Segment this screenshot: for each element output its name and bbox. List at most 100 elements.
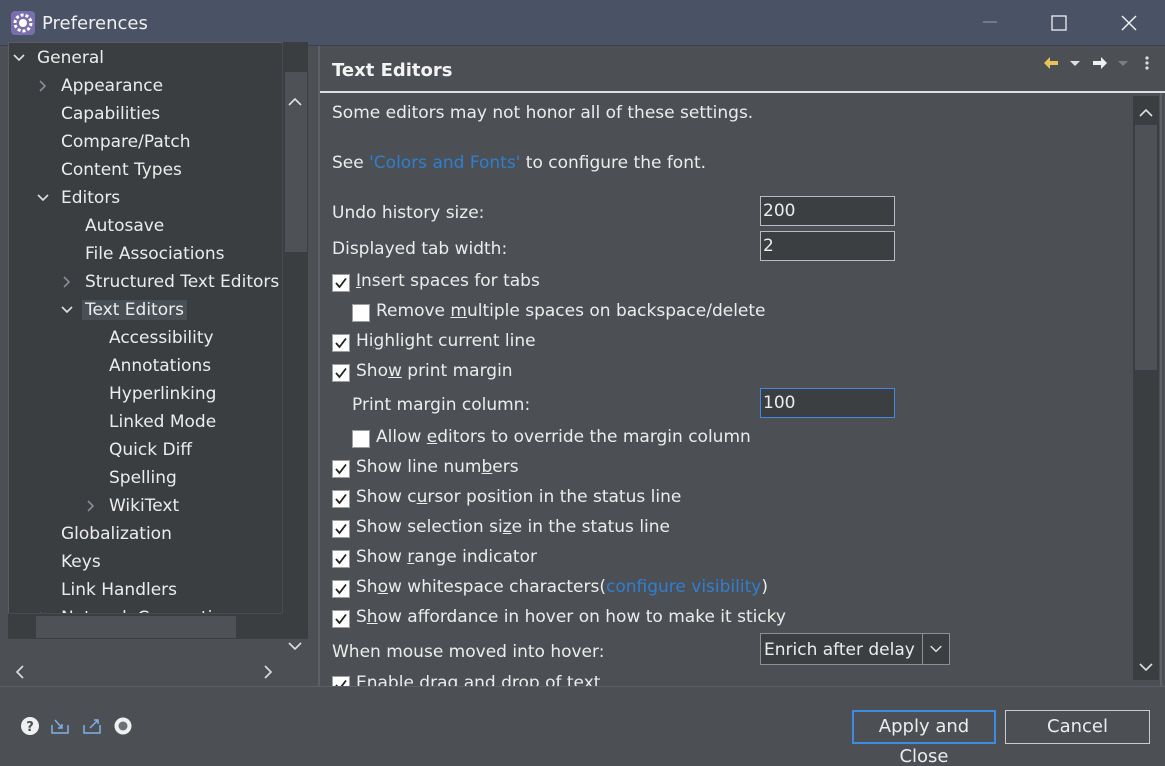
cancel-button[interactable]: Cancel [1005,710,1150,744]
view-menu-icon[interactable] [1138,54,1156,72]
tree-item-spelling[interactable]: Spelling [109,464,177,492]
tree-item-compare-patch[interactable]: Compare/Patch [61,128,191,156]
settings-scroll-thumb[interactable] [1135,125,1157,370]
checkbox[interactable] [332,490,350,508]
colors-and-fonts-link[interactable]: 'Colors and Fonts' [369,153,520,173]
tree-expanded-icon[interactable] [37,192,49,204]
checkbox[interactable] [332,364,350,382]
tree-item-accessibility[interactable]: Accessibility [109,324,214,352]
tree-item-appearance[interactable]: Appearance [39,72,163,100]
checkbox-label[interactable]: Show whitespace characters(configure vis… [356,577,768,597]
tree-item-autosave[interactable]: Autosave [85,212,164,240]
checkmark-icon [335,277,347,289]
forward-history-dropdown-icon[interactable] [1114,54,1132,72]
tree-item-label: Hyperlinking [109,384,217,404]
preferences-gear-icon [11,11,35,35]
checkbox-label[interactable]: Remove multiple spaces on backspace/dele… [376,301,766,321]
maximize-icon[interactable] [1024,0,1094,46]
tree-item-label: Keys [61,552,101,572]
tree-item-label: Content Types [61,160,182,180]
scroll-right-arrow-icon[interactable] [262,664,274,680]
checkbox[interactable] [332,334,350,352]
checkbox-label[interactable]: Enable drag and drop of text [356,673,600,686]
tree-item-label: Autosave [85,216,165,236]
tree-hscroll-thumb[interactable] [36,616,236,638]
tree-item-quick-diff[interactable]: Quick Diff [109,436,192,464]
checkbox-label[interactable]: Highlight current line [356,331,536,351]
tree-item-capabilities[interactable]: Capabilities [61,100,160,128]
tree-item-keys[interactable]: Keys [61,548,101,576]
forward-arrow-icon[interactable] [1091,54,1109,72]
tree-item-link-handlers[interactable]: Link Handlers [61,576,177,604]
checkmark-icon [335,337,347,349]
checkbox[interactable] [332,520,350,538]
scroll-down-arrow-icon[interactable] [287,640,303,652]
tree-item-globalization[interactable]: Globalization [61,520,172,548]
tree-item-label: General [37,48,104,68]
tree-item-general[interactable]: General [13,44,104,72]
help-icon[interactable]: ? [20,716,40,736]
checkmark-icon [335,493,347,505]
content-border [1160,93,1162,686]
scroll-corner [282,613,308,639]
checkbox-label[interactable]: Allow editors to override the margin col… [376,427,751,447]
checkbox[interactable] [332,550,350,568]
configure-visibility-link[interactable]: configure visibility [606,577,761,597]
tree-item-structured-text-editors[interactable]: Structured Text Editors [63,268,279,296]
checkmark-icon [335,583,347,595]
checkbox[interactable] [332,580,350,598]
svg-text:?: ? [26,720,34,735]
undo-history-field[interactable] [760,196,895,226]
hover-mode-select[interactable]: Enrich after delay [760,633,950,665]
checkbox-label[interactable]: Insert spaces for tabs [356,271,540,291]
tab-width-label: Displayed tab width: [332,239,508,259]
minimize-icon[interactable] [955,0,1025,46]
tree-item-linked-mode[interactable]: Linked Mode [109,408,216,436]
back-history-dropdown-icon[interactable] [1066,54,1084,72]
chevron-down-icon[interactable] [922,634,949,664]
checkbox[interactable] [332,460,350,478]
tree-collapsed-icon[interactable] [61,276,73,288]
checkbox[interactable] [332,610,350,628]
tree-expanded-icon[interactable] [61,304,73,316]
checkbox-label[interactable]: Show selection size in the status line [356,517,670,537]
scroll-left-arrow-icon[interactable] [14,664,26,680]
tree-collapsed-icon[interactable] [85,500,97,512]
tree-item-annotations[interactable]: Annotations [109,352,211,380]
tree-item-editors[interactable]: Editors [37,184,120,212]
page-header: Text Editors [320,46,1165,92]
tree-item-file-associations[interactable]: File Associations [85,240,225,268]
tree-item-text-editors[interactable]: Text Editors [61,296,187,324]
tree-item-wikitext[interactable]: WikiText [87,492,179,520]
tree-item-label: Text Editors [82,300,187,320]
checkbox-label[interactable]: Show range indicator [356,547,537,567]
apply-and-close-button[interactable]: Apply and Close [852,710,996,766]
tree-item-hyperlinking[interactable]: Hyperlinking [109,380,216,408]
back-arrow-icon[interactable] [1042,54,1060,72]
checkbox[interactable] [332,274,350,292]
print-margin-column-field[interactable] [760,388,895,418]
preferences-tree[interactable]: General Appearance Capabilities Compare/Pat… [8,42,308,639]
tab-width-field[interactable] [760,231,895,261]
footer-divider [0,686,1165,687]
tree-item-label: Compare/Patch [61,132,191,152]
checkbox-label[interactable]: Show affordance in hover on how to make … [356,607,786,627]
checkbox[interactable] [352,430,370,448]
oomph-record-icon[interactable] [113,716,133,736]
tree-item-label: Globalization [61,524,172,544]
tree-collapsed-icon[interactable] [37,80,49,92]
checkbox[interactable] [332,676,350,686]
tree-expanded-icon[interactable] [13,52,25,64]
scroll-down-arrow-icon[interactable] [1138,661,1154,673]
checkbox-label[interactable]: Show cursor position in the status line [356,487,681,507]
checkbox-label[interactable]: Show print margin [356,361,513,381]
scroll-up-arrow-icon[interactable] [287,96,303,108]
tree-item-content-types[interactable]: Content Types [61,156,182,184]
import-icon[interactable] [50,716,70,736]
close-icon[interactable] [1094,0,1164,46]
scroll-up-arrow-icon[interactable] [1138,107,1154,119]
checkbox-label[interactable]: Show line numbers [356,457,519,477]
export-icon[interactable] [82,716,102,736]
checkmark-icon [335,613,347,625]
checkbox[interactable] [352,304,370,322]
